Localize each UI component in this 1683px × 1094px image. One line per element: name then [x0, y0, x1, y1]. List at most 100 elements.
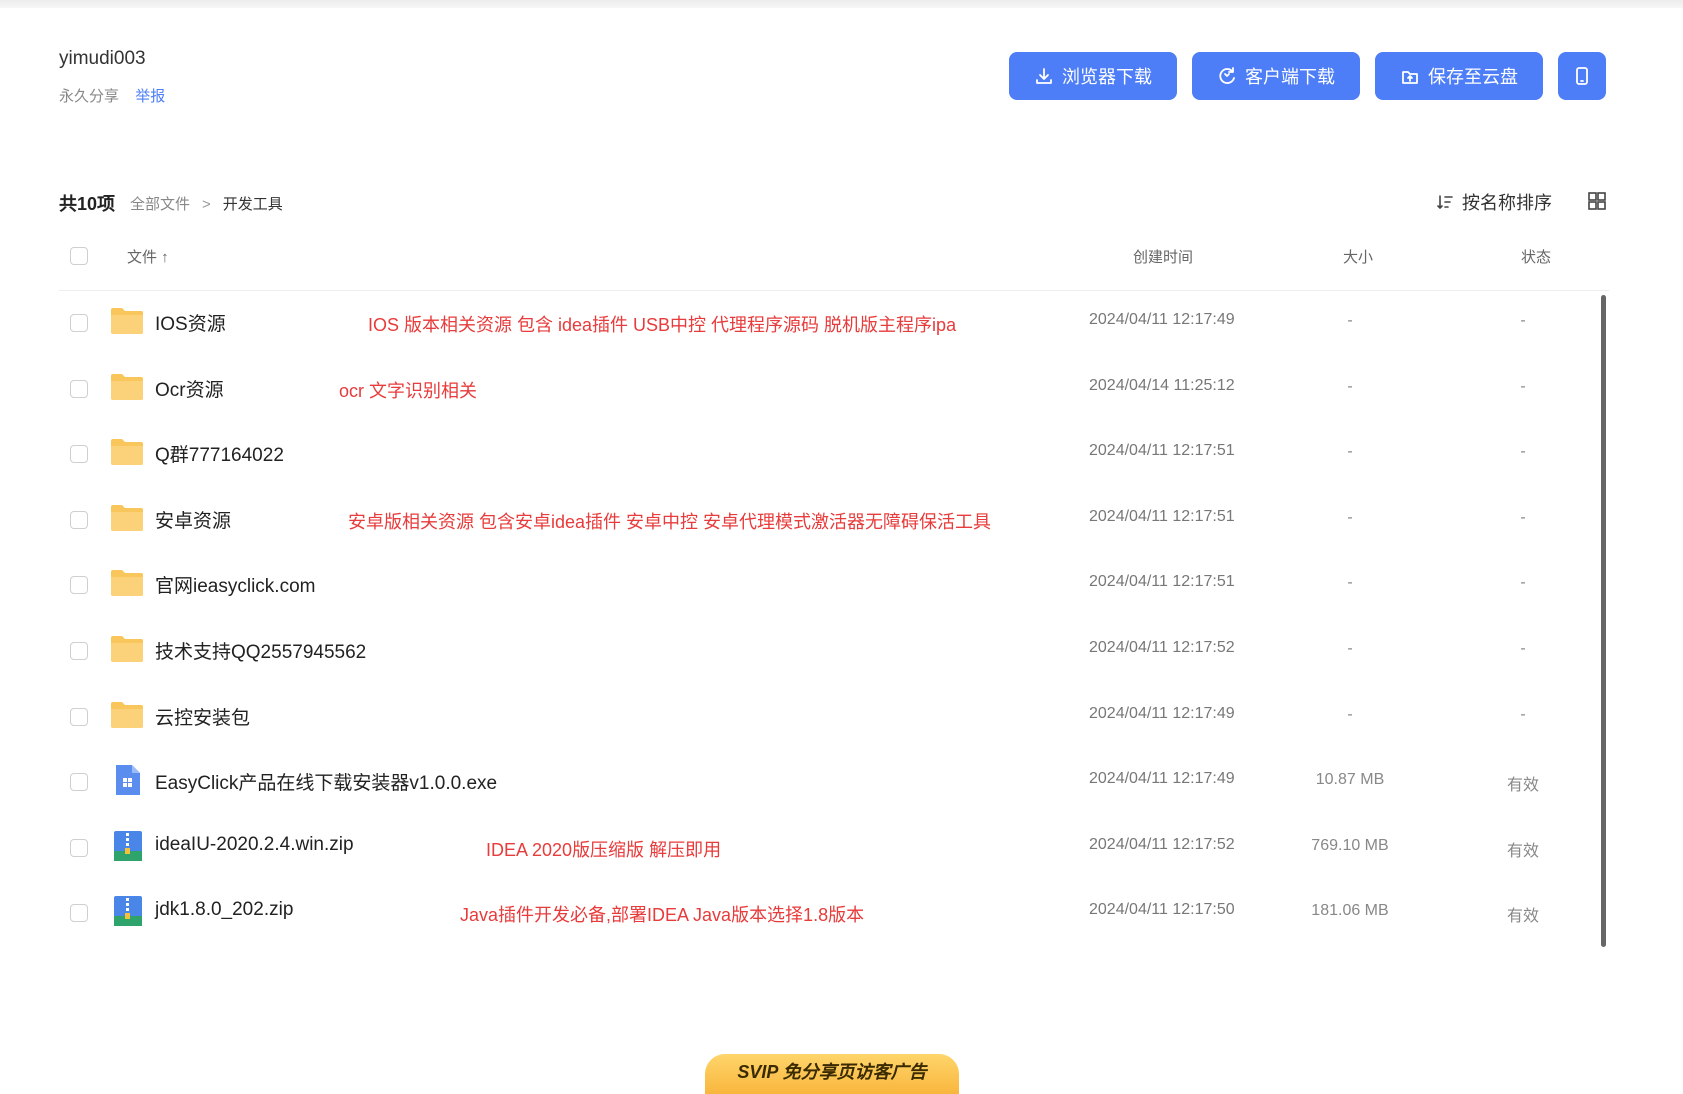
file-name[interactable]: IOS资源 — [155, 309, 226, 336]
row-checkbox[interactable] — [70, 707, 88, 726]
table-row[interactable]: jdk1.8.0_202.zip Java插件开发必备,部署IDEA Java版本… — [59, 880, 1609, 946]
col-time-header: 创建时间 — [1133, 249, 1194, 266]
breadcrumb-current: 开发工具 — [222, 196, 283, 213]
cloud-save-icon — [1402, 71, 1418, 84]
created-time: 2024/04/11 12:17:51 — [1089, 442, 1235, 460]
file-size: - — [1347, 574, 1353, 592]
table-row[interactable]: 技术支持QQ2557945562 2024/04/11 12:17:52 - - — [59, 618, 1609, 684]
row-checkbox[interactable] — [70, 510, 88, 529]
row-checkbox[interactable] — [70, 379, 88, 398]
file-size: - — [1347, 705, 1353, 723]
exe-file-icon — [116, 765, 140, 796]
breadcrumb: 全部文件 > 开发工具 — [130, 193, 283, 214]
table-row[interactable]: 安卓资源 安卓版相关资源 包含安卓idea插件 安卓中控 安卓代理模式激活器无障碍… — [59, 487, 1609, 553]
sort-by-name-button[interactable]: 按名称排序 — [1436, 189, 1552, 215]
client-download-label: 客户端下载 — [1245, 67, 1335, 87]
share-meta: 永久分享 举报 — [59, 85, 165, 106]
breadcrumb-separator: > — [202, 196, 211, 213]
save-to-cloud-label: 保存至云盘 — [1428, 67, 1518, 87]
row-checkbox[interactable] — [70, 445, 88, 464]
select-all-checkbox[interactable] — [70, 247, 88, 265]
file-size: - — [1347, 312, 1353, 329]
row-checkbox[interactable] — [70, 904, 88, 923]
file-name[interactable]: 安卓资源 — [155, 506, 231, 533]
table-row[interactable]: EasyClick产品在线下载安装器v1.0.0.exe 2024/04/11 1… — [59, 749, 1609, 815]
refresh-cloud-icon — [1219, 67, 1235, 84]
zip-file-icon — [114, 830, 142, 861]
file-name[interactable]: 云控安装包 — [155, 703, 250, 730]
client-download-button[interactable]: 客户端下载 — [1192, 52, 1360, 100]
file-annotation: 安卓版相关资源 包含安卓idea插件 安卓中控 安卓代理模式激活器无障碍保活工具 — [348, 511, 992, 532]
file-size: 181.06 MB — [1311, 902, 1389, 920]
download-icon — [1036, 68, 1052, 84]
sort-icon — [1437, 195, 1453, 210]
file-status: - — [1520, 312, 1526, 329]
file-annotation: IDEA 2020版压缩版 解压即用 — [486, 839, 722, 860]
col-size-header: 大小 — [1343, 249, 1374, 266]
file-name[interactable]: jdk1.8.0_202.zip — [155, 899, 293, 921]
folder-icon — [111, 504, 143, 531]
top-strip — [0, 0, 1683, 8]
table-row[interactable]: ideaIU-2020.2.4.win.zip IDEA 2020版压缩版 解压即… — [59, 815, 1609, 881]
folder-icon — [111, 635, 143, 662]
table-row[interactable]: 云控安装包 2024/04/11 12:17:49 - - — [59, 684, 1609, 750]
file-size: - — [1347, 639, 1353, 657]
created-time: 2024/04/11 12:17:52 — [1089, 638, 1235, 656]
col-status-header: 状态 — [1521, 249, 1552, 266]
file-size: - — [1347, 443, 1353, 461]
save-to-cloud-button[interactable]: 保存至云盘 — [1375, 52, 1543, 100]
file-list: IOS资源 IOS 版本相关资源 包含 idea插件 USB中控 代理程序源码 脱… — [59, 290, 1609, 946]
file-name[interactable]: Ocr资源 — [155, 375, 224, 402]
table-row[interactable]: 官网ieasyclick.com 2024/04/11 12:17:51 - - — [59, 552, 1609, 618]
file-size: - — [1347, 508, 1353, 526]
row-checkbox[interactable] — [70, 641, 88, 660]
folder-icon — [111, 439, 143, 466]
created-time: 2024/04/11 12:17:52 — [1089, 835, 1235, 853]
file-annotation: ocr 文字识别相关 — [339, 380, 478, 401]
file-annotation: Java插件开发必备,部署IDEA Java版本选择1.8版本 — [460, 905, 865, 926]
file-name[interactable]: EasyClick产品在线下载安装器v1.0.0.exe — [155, 768, 497, 795]
report-link[interactable]: 举报 — [135, 88, 165, 105]
file-name[interactable]: 技术支持QQ2557945562 — [155, 637, 366, 664]
folder-icon — [111, 701, 143, 728]
action-bar: 浏览器下载 客户端下载 保存至云盘 — [1009, 52, 1606, 100]
mobile-view-button[interactable] — [1558, 52, 1606, 100]
file-name[interactable]: Q群777164022 — [155, 440, 284, 467]
ad-badge[interactable]: SVIP 免分享页访客广告 — [705, 1054, 959, 1094]
col-file-header[interactable]: 文件 ↑ — [127, 246, 169, 267]
folder-icon — [111, 373, 143, 400]
file-size: 10.87 MB — [1315, 771, 1385, 789]
row-checkbox[interactable] — [70, 773, 88, 792]
file-status: - — [1520, 377, 1526, 395]
folder-icon — [111, 308, 143, 334]
file-name[interactable]: 官网ieasyclick.com — [155, 571, 315, 598]
created-time: 2024/04/11 12:17:49 — [1089, 311, 1235, 328]
file-status: - — [1520, 705, 1526, 723]
table-row[interactable]: Q群777164022 2024/04/11 12:17:51 - - — [59, 421, 1609, 487]
row-checkbox[interactable] — [70, 576, 88, 595]
item-count: 共10项 — [59, 194, 116, 214]
file-status: - — [1520, 639, 1526, 657]
file-status: - — [1520, 443, 1526, 461]
sort-label: 按名称排序 — [1462, 193, 1552, 213]
phone-icon — [1576, 67, 1588, 85]
row-checkbox[interactable] — [70, 314, 88, 332]
file-size: - — [1347, 377, 1353, 395]
browser-download-button[interactable]: 浏览器下载 — [1009, 52, 1177, 100]
breadcrumb-root[interactable]: 全部文件 — [130, 196, 190, 213]
browser-download-label: 浏览器下载 — [1062, 67, 1152, 87]
share-permanence: 永久分享 — [59, 88, 120, 105]
file-name[interactable]: ideaIU-2020.2.4.win.zip — [155, 834, 354, 856]
table-row[interactable]: IOS资源 IOS 版本相关资源 包含 idea插件 USB中控 代理程序源码 脱… — [59, 290, 1609, 356]
zip-file-icon — [114, 896, 142, 927]
table-row[interactable]: Ocr资源 ocr 文字识别相关 2024/04/14 11:25:12 - - — [59, 356, 1609, 422]
folder-icon — [111, 570, 143, 597]
created-time: 2024/04/11 12:17:50 — [1089, 901, 1235, 919]
table-header: 文件 ↑ 创建时间 大小 状态 — [59, 240, 1609, 291]
file-status: - — [1520, 574, 1526, 592]
grid-view-icon[interactable] — [1587, 191, 1607, 211]
file-size: 769.10 MB — [1311, 836, 1389, 854]
file-status: 有效 — [1506, 908, 1539, 926]
row-checkbox[interactable] — [70, 838, 88, 857]
scrollbar[interactable] — [1601, 295, 1606, 947]
